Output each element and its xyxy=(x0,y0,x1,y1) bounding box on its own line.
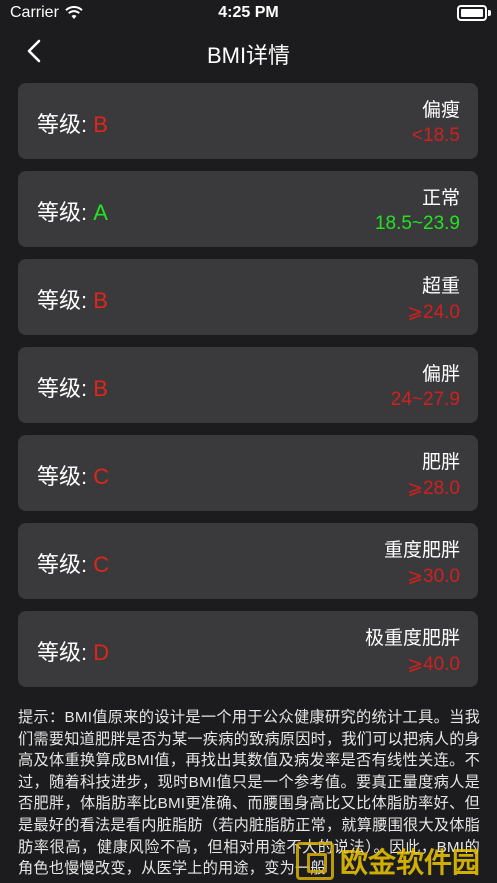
grade-label: 等级: B xyxy=(37,376,108,401)
grade-letter: C xyxy=(93,464,110,489)
grade-label: 等级: C xyxy=(37,552,110,577)
level-type: 偏胖 xyxy=(421,364,460,385)
grade-label: 等级: C xyxy=(37,464,110,489)
level-range: ⩾24.0 xyxy=(407,302,460,323)
level-card-extremely-obese: 等级: D 极重度肥胖 ⩾40.0 xyxy=(18,611,478,687)
level-card-chubby: 等级: B 偏胖 24~27.9 xyxy=(18,347,478,423)
level-range: 18.5~23.9 xyxy=(374,213,460,234)
level-card-severely-obese: 等级: C 重度肥胖 ⩾30.0 xyxy=(18,523,478,599)
grade-letter: B xyxy=(93,288,108,313)
watermark-logo-icon xyxy=(296,841,334,880)
level-range: ⩾28.0 xyxy=(407,478,460,499)
level-card-obese: 等级: C 肥胖 ⩾28.0 xyxy=(18,435,478,511)
grade-letter: B xyxy=(93,376,108,401)
grade-label: 等级: A xyxy=(37,200,108,225)
page-title: BMI详情 xyxy=(206,43,291,68)
grade-label: 等级: D xyxy=(37,640,110,665)
level-card-underweight: 等级: B 偏瘦 <18.5 xyxy=(18,83,478,159)
level-type: 极重度肥胖 xyxy=(364,628,460,649)
battery-icon xyxy=(457,5,491,21)
watermark: 欧金软件园 xyxy=(296,838,492,883)
watermark-text: 欧金软件园 xyxy=(340,846,481,878)
level-range: 24~27.9 xyxy=(390,389,460,410)
level-type: 肥胖 xyxy=(421,452,460,473)
grade-label: 等级: B xyxy=(37,112,108,137)
level-card-normal: 等级: A 正常 18.5~23.9 xyxy=(18,171,478,247)
grade-label: 等级: B xyxy=(37,288,108,313)
level-range: <18.5 xyxy=(411,125,460,146)
grade-letter: D xyxy=(93,640,110,665)
grade-letter: C xyxy=(93,552,110,577)
status-time: 4:25 PM xyxy=(218,4,279,21)
level-range: ⩾40.0 xyxy=(407,654,460,675)
level-type: 正常 xyxy=(421,188,460,209)
level-type: 重度肥胖 xyxy=(383,540,460,561)
level-range: ⩾30.0 xyxy=(407,566,460,587)
grade-letter: A xyxy=(93,200,108,225)
level-type: 偏瘦 xyxy=(421,100,460,121)
status-bar: Carrier 4:25 PM xyxy=(0,0,497,28)
level-card-overweight: 等级: B 超重 ⩾24.0 xyxy=(18,259,478,335)
navigation-bar: BMI详情 xyxy=(0,30,497,74)
level-type: 超重 xyxy=(421,276,460,297)
bmi-level-list: 等级: B 偏瘦 <18.5 等级: A 正常 18.5~23.9 等级: B … xyxy=(18,83,478,699)
grade-letter: B xyxy=(93,112,108,137)
